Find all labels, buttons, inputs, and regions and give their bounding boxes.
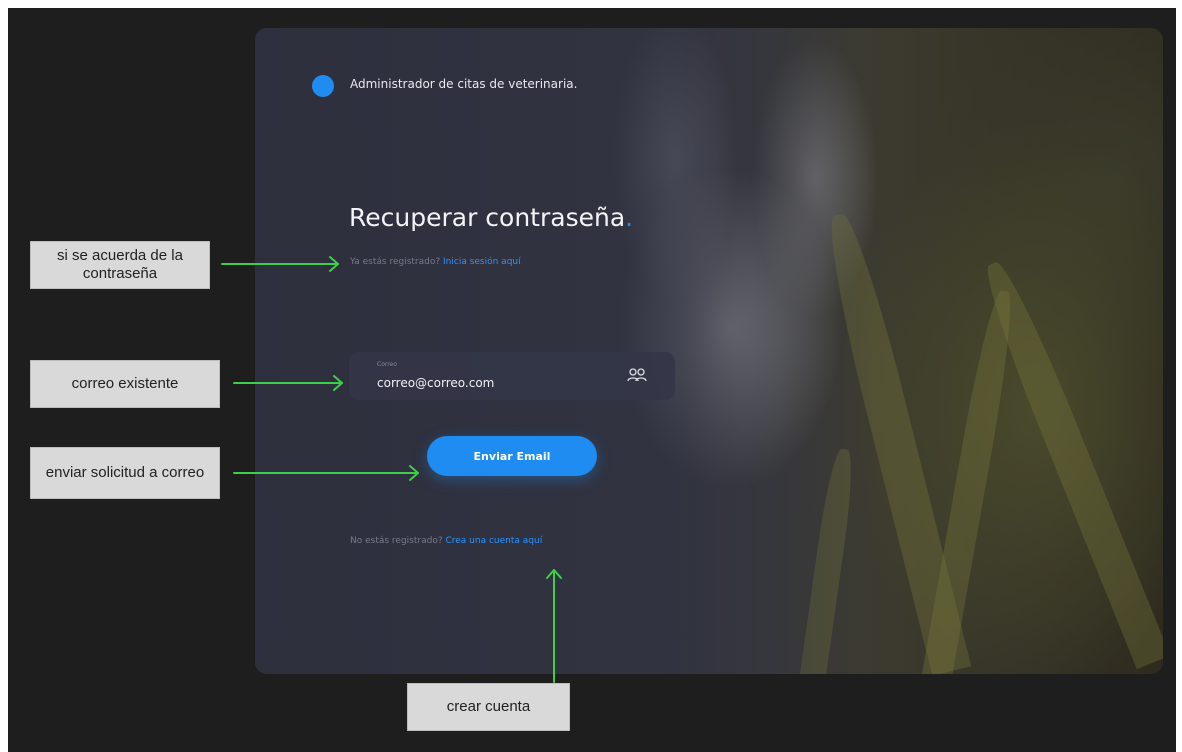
brand-title: Administrador de citas de veterinaria. — [350, 77, 578, 91]
register-link[interactable]: Crea una cuenta aquí — [445, 536, 542, 546]
login-card — [255, 28, 1163, 674]
background-grass — [920, 288, 1020, 674]
register-prompt: No estás registrado? — [350, 536, 443, 546]
login-prompt-line: Ya estás registrado? Inicia sesión aquí — [350, 257, 521, 267]
note-send-request: enviar solicitud a correo — [30, 447, 220, 499]
send-email-button[interactable]: Enviar Email — [427, 436, 597, 476]
email-field[interactable]: Correo — [349, 352, 675, 400]
note-existing-email: correo existente — [30, 360, 220, 408]
note-create-account: crear cuenta — [407, 683, 570, 731]
page-title-text: Recuperar contraseña — [349, 203, 626, 232]
register-prompt-line: No estás registrado? Crea una cuenta aqu… — [350, 536, 542, 546]
users-icon — [627, 368, 647, 382]
canvas: Administrador de citas de veterinaria. R… — [0, 0, 1182, 752]
brand-logo — [312, 75, 334, 97]
background-grass — [975, 256, 1163, 670]
page-title: Recuperar contraseña. — [349, 203, 633, 232]
email-input[interactable] — [377, 376, 607, 390]
page-title-dot: . — [625, 203, 634, 232]
note-remember-password: si se acuerda de la contraseña — [30, 241, 210, 289]
card-overlay — [255, 28, 875, 674]
login-prompt: Ya estás registrado? — [350, 257, 441, 267]
login-link[interactable]: Inicia sesión aquí — [443, 257, 521, 267]
email-label: Correo — [377, 361, 397, 368]
